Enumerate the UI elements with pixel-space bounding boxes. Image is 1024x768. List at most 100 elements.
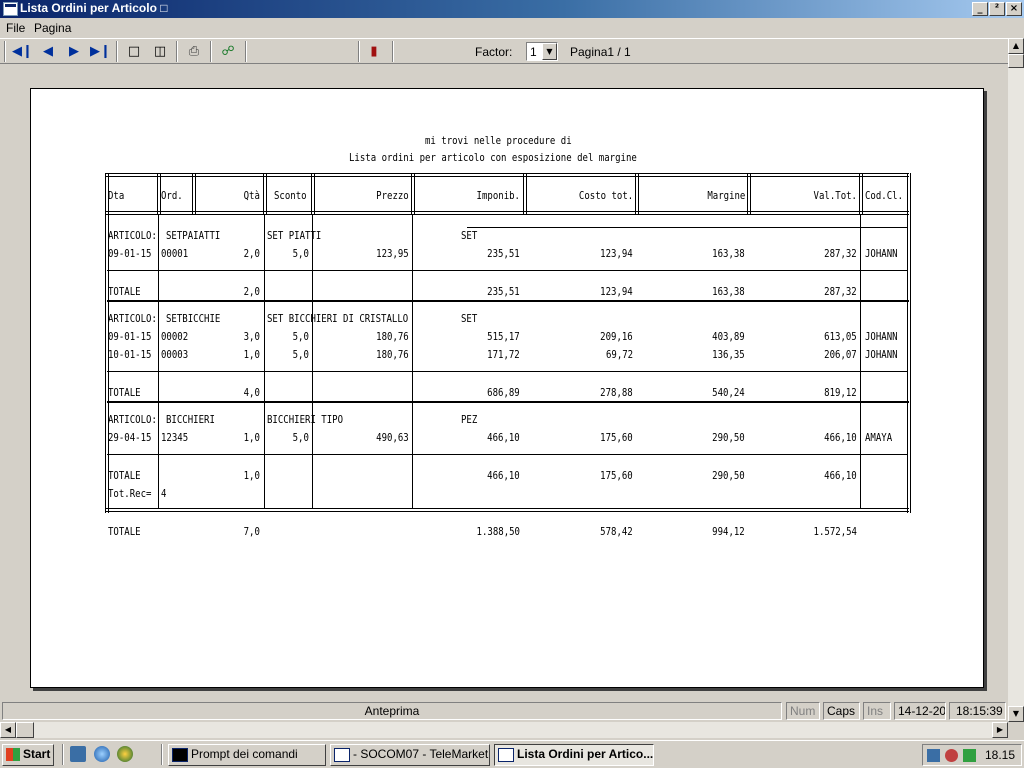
row-sconto: 5,0 <box>292 247 309 260</box>
col-header-qta: Qtà <box>243 189 260 202</box>
status-date: 14-12-2015 <box>894 702 946 720</box>
scroll-thumb[interactable] <box>16 722 34 738</box>
print-icon[interactable]: ⎙ <box>184 42 204 61</box>
window-title: Lista Ordini per Articolo □ <box>20 1 168 15</box>
task-label: - SOCOM07 - TeleMarket... <box>353 747 490 761</box>
row-prezzo: 490,63 <box>376 431 409 444</box>
factor-value: 1 <box>530 45 537 59</box>
subtotal-rule <box>107 454 907 455</box>
total-qta: 2,0 <box>243 285 260 298</box>
total-valtot: 466,10 <box>824 469 857 482</box>
row-qta: 3,0 <box>243 330 260 343</box>
article-code: SETPAIATTI <box>166 229 221 242</box>
row-dta: 09-01-15 <box>108 247 152 260</box>
security-icon[interactable] <box>945 749 958 762</box>
row-codcl: JOHANN <box>865 330 898 343</box>
table-top-rule <box>105 173 909 177</box>
restore-button[interactable]: ² <box>989 2 1005 16</box>
prev-page-icon[interactable]: ◀ <box>38 42 58 61</box>
total-imponib: 686,89 <box>487 386 520 399</box>
totrec-label: Tot.Rec= <box>108 487 152 500</box>
row-costo: 175,60 <box>600 431 633 444</box>
task-lista-ordini[interactable]: Lista Ordini per Artico... <box>494 744 654 766</box>
scroll-thumb[interactable] <box>1008 54 1024 68</box>
horizontal-scrollbar[interactable]: ◀ ▶ <box>0 722 1008 738</box>
toolbar-separator <box>210 41 212 62</box>
grand-total-label: TOTALE <box>108 525 141 538</box>
system-tray: 18.15 <box>922 744 1022 766</box>
row-imponib: 466,10 <box>487 431 520 444</box>
row-codcl: JOHANN <box>865 247 898 260</box>
taskbar-clock: 18.15 <box>984 748 1015 762</box>
toolbar: ◀❙ ◀ ▶ ▶❙ □ ◫ ⎙ ☍ ▮ Factor: 1 ▼ Pagina1 … <box>0 38 1008 64</box>
row-imponib: 235,51 <box>487 247 520 260</box>
col-header-dta: Dta <box>108 189 125 202</box>
start-button[interactable]: Start <box>2 744 54 766</box>
export-icon[interactable]: ☍ <box>218 42 238 61</box>
article-description: SET BICCHIERI DI CRISTALLO <box>267 312 409 325</box>
col-header-prezzo: Prezzo <box>376 189 409 202</box>
scroll-left-icon[interactable]: ◀ <box>0 722 16 738</box>
col-line <box>907 173 911 513</box>
first-page-icon[interactable]: ◀❙ <box>12 42 33 61</box>
col-header-costo: Costo tot. <box>578 189 633 202</box>
single-page-icon[interactable]: □ <box>124 42 144 61</box>
internet-explorer-icon[interactable] <box>94 746 110 762</box>
exit-door-icon[interactable]: ▮ <box>364 42 384 61</box>
factor-label: Factor: <box>475 45 513 59</box>
header-bottom-rule <box>105 211 909 215</box>
task-label: Prompt dei comandi <box>191 747 298 761</box>
factor-select[interactable]: 1 ▼ <box>526 42 558 61</box>
row-sconto: 5,0 <box>292 348 309 361</box>
two-pages-icon[interactable]: ◫ <box>150 42 170 61</box>
total-qta: 1,0 <box>243 469 260 482</box>
close-button[interactable]: × <box>1006 2 1022 16</box>
task-telemarket[interactable]: - SOCOM07 - TeleMarket... <box>330 744 490 766</box>
row-valtot: 466,10 <box>824 431 857 444</box>
row-costo: 69,72 <box>605 348 633 361</box>
total-margine: 163,38 <box>712 285 745 298</box>
task-prompt[interactable]: Prompt dei comandi <box>168 744 326 766</box>
row-dta: 09-01-15 <box>108 330 152 343</box>
group-separator <box>107 300 909 302</box>
col-header-valtot: Val.Tot. <box>813 189 857 202</box>
menu-file[interactable]: File <box>6 21 25 35</box>
minimize-button[interactable]: _ <box>972 2 988 16</box>
grand-total-qta: 7,0 <box>243 525 260 538</box>
row-margine: 403,89 <box>712 330 745 343</box>
scroll-right-icon[interactable]: ▶ <box>992 722 1008 738</box>
last-page-icon[interactable]: ▶❙ <box>90 42 111 61</box>
col-header-imponib: Imponib. <box>476 189 520 202</box>
taskbar: Start Prompt dei comandi - SOCOM07 - Tel… <box>0 740 1024 768</box>
network-icon[interactable] <box>927 749 940 762</box>
subtotal-rule <box>107 270 907 271</box>
col-line <box>192 173 196 215</box>
scroll-down-icon[interactable]: ▼ <box>1008 706 1024 722</box>
col-line <box>860 215 861 509</box>
print-preview-area: mi trovi nelle procedure di Lista ordini… <box>0 64 1008 700</box>
show-desktop-icon[interactable] <box>70 746 86 762</box>
totrec-value: 4 <box>161 487 167 500</box>
col-line <box>312 215 313 509</box>
row-prezzo: 180,76 <box>376 348 409 361</box>
col-line <box>311 173 315 215</box>
toolbar-separator <box>116 41 118 62</box>
col-line <box>158 215 159 509</box>
row-ord: 00001 <box>161 247 189 260</box>
total-costo: 123,94 <box>600 285 633 298</box>
scroll-up-icon[interactable]: ▲ <box>1008 38 1024 54</box>
article-unit: SET <box>461 229 478 242</box>
volume-icon[interactable] <box>963 749 976 762</box>
col-line <box>264 215 265 509</box>
vertical-scrollbar[interactable]: ▲ ▼ <box>1008 38 1024 722</box>
row-ord: 00002 <box>161 330 189 343</box>
menu-pagina[interactable]: Pagina <box>34 21 71 35</box>
report-page: mi trovi nelle procedure di Lista ordini… <box>30 88 984 688</box>
row-dta: 29-04-15 <box>108 431 152 444</box>
col-line <box>263 173 267 215</box>
media-player-icon[interactable] <box>117 746 133 762</box>
row-codcl: JOHANN <box>865 348 898 361</box>
next-page-icon[interactable]: ▶ <box>64 42 84 61</box>
chevron-down-icon[interactable]: ▼ <box>542 43 557 60</box>
col-header-codcl: Cod.Cl. <box>865 189 904 202</box>
